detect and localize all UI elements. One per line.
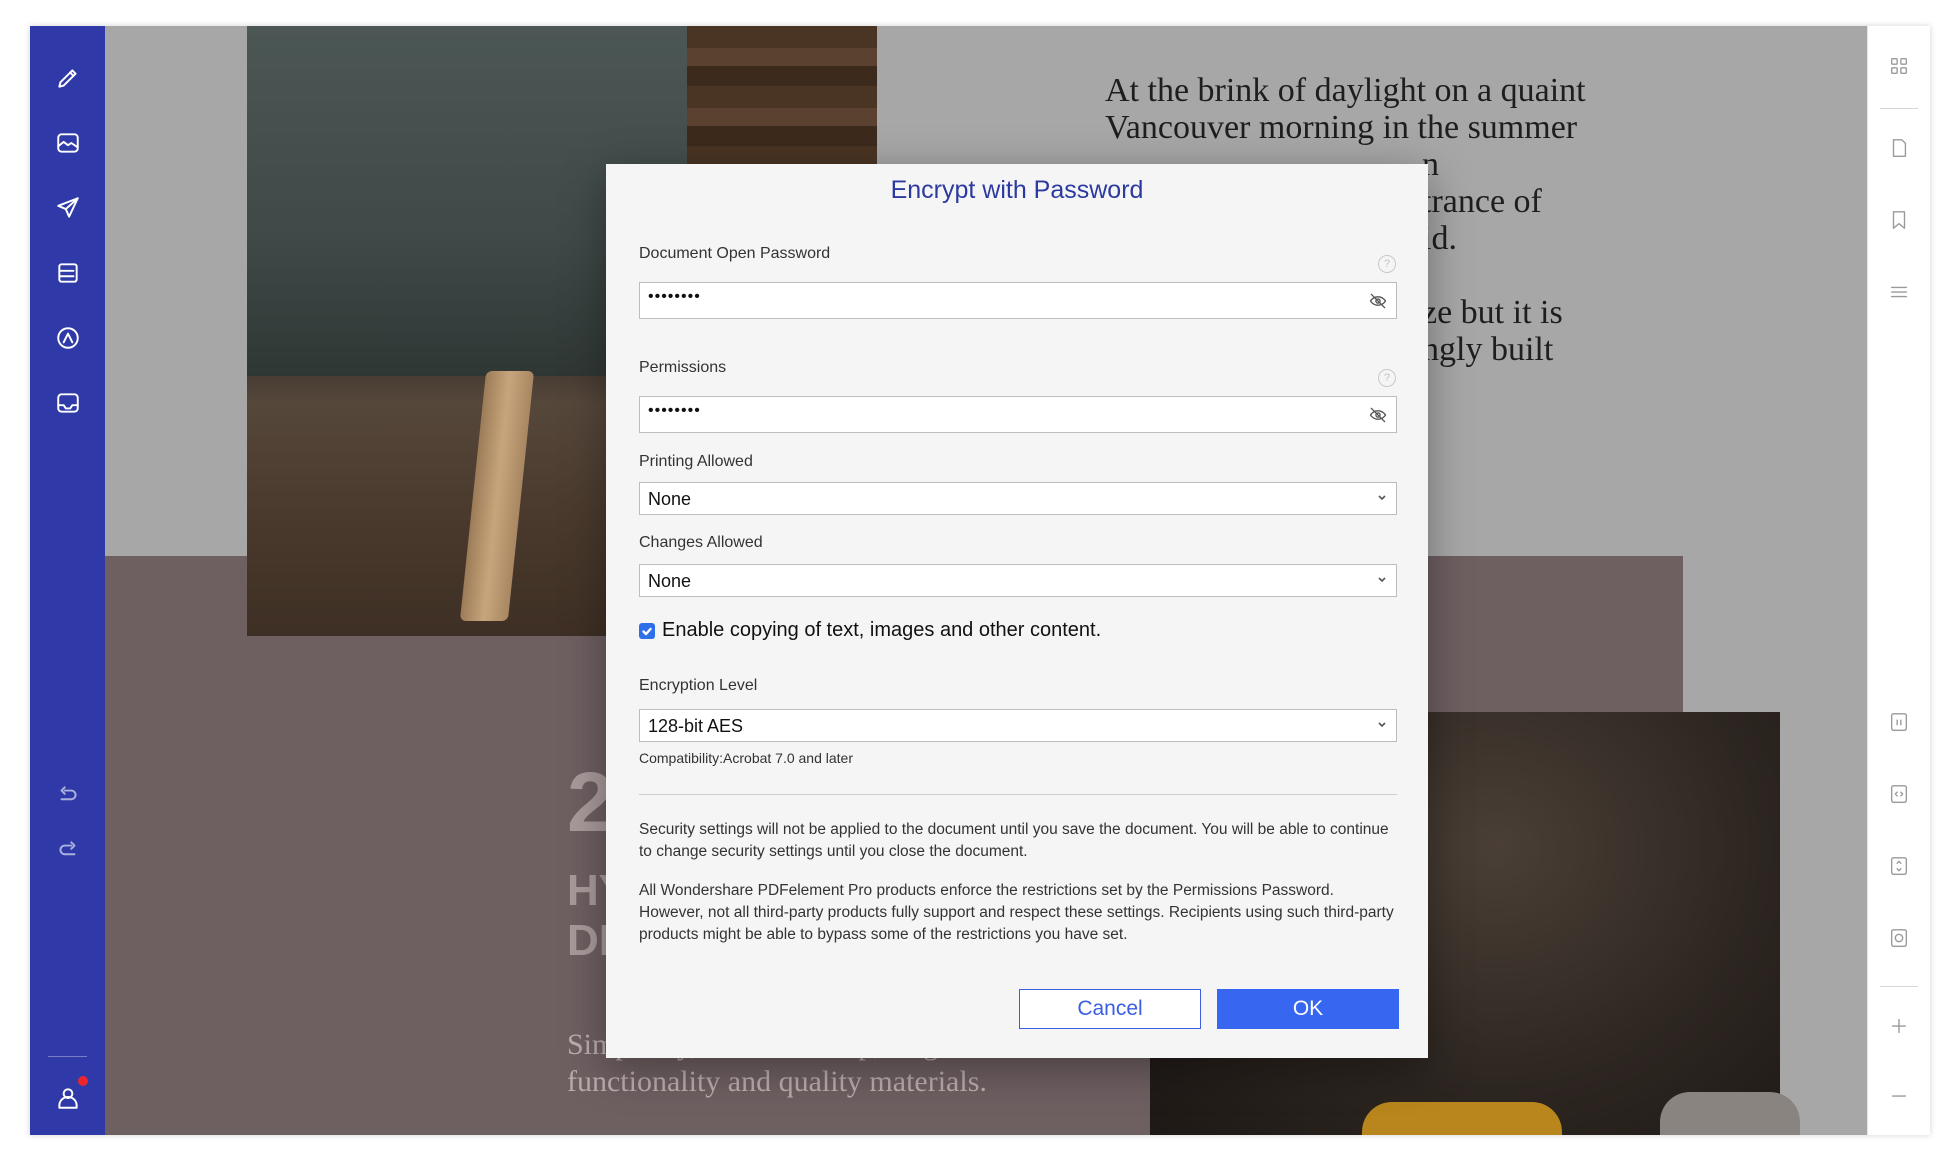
third-party-note: All Wondershare PDFelement Pro products … xyxy=(639,882,1394,943)
user-icon xyxy=(57,1088,78,1109)
changes-allowed-value: None xyxy=(648,571,692,591)
grid-icon xyxy=(1890,57,1908,75)
chevron-down-icon xyxy=(1376,717,1388,729)
permissions-help-icon[interactable]: ? xyxy=(1378,369,1396,387)
pencil-icon xyxy=(57,69,77,88)
dialog-title: Encrypt with Password xyxy=(890,176,1144,204)
rotate-button[interactable] xyxy=(1868,918,1930,958)
zoom-out-icon xyxy=(1891,1095,1907,1097)
open-password-label: Document Open Password xyxy=(639,245,831,262)
encryption-level-value: 128-bit AES xyxy=(648,716,744,736)
printing-allowed-select[interactable]: None xyxy=(639,482,1397,515)
thumbnails-button[interactable] xyxy=(1868,46,1930,86)
encrypt-dialog: Encrypt with Password Document Open Pass… xyxy=(606,164,1428,1058)
bookmark-button[interactable] xyxy=(1868,200,1930,240)
permissions-label: Permissions xyxy=(639,359,727,376)
image-icon xyxy=(56,133,79,153)
app-window: At the brink of daylight on a quaint Van… xyxy=(30,26,1930,1135)
notification-badge xyxy=(78,1076,88,1086)
permissions-password-field[interactable]: •••••••• xyxy=(639,396,1397,433)
chevron-down-icon xyxy=(1376,490,1388,502)
permissions-password-value: •••••••• xyxy=(648,402,701,419)
copy-content-option[interactable]: Enable copying of text, images and other… xyxy=(639,619,1101,642)
chevron-down-icon xyxy=(1376,572,1388,584)
security-note: Security settings will not be applied to… xyxy=(639,821,1389,860)
dialog-divider xyxy=(639,794,1397,795)
cancel-button[interactable]: Cancel xyxy=(1019,989,1201,1029)
page-icon xyxy=(1892,139,1907,157)
changes-allowed-select[interactable]: None xyxy=(639,564,1397,597)
fit-width-button[interactable] xyxy=(1868,774,1930,814)
open-password-value: •••••••• xyxy=(648,288,701,305)
eye-slash-icon xyxy=(1369,293,1387,309)
open-password-help-icon[interactable]: ? xyxy=(1378,255,1396,273)
undo-icon xyxy=(60,786,77,801)
paragraph-1-fragment: n trance of id. ze but it is ngly built xyxy=(1422,146,1563,368)
encryption-level-label: Encryption Level xyxy=(639,677,758,694)
outline-button[interactable] xyxy=(1868,272,1930,312)
actual-size-button[interactable] xyxy=(1868,702,1930,742)
right-divider-bottom xyxy=(1880,986,1918,987)
open-password-field[interactable]: •••••••• xyxy=(639,282,1397,319)
checkmark-icon xyxy=(642,627,652,635)
paragraph-1: At the brink of daylight on a quaint Van… xyxy=(1105,72,1586,146)
inbox-icon xyxy=(56,393,79,413)
eye-slash-icon xyxy=(1369,407,1387,423)
zoom-in-icon xyxy=(1891,1018,1907,1034)
fit-page-button[interactable] xyxy=(1868,846,1930,886)
bookmark-icon xyxy=(1892,211,1906,229)
fit-width-icon xyxy=(1890,785,1908,803)
right-divider-top xyxy=(1880,108,1918,109)
copy-content-checkbox[interactable] xyxy=(639,622,655,639)
rotate-icon xyxy=(1890,929,1908,947)
list-icon xyxy=(1890,286,1908,298)
undo-button[interactable] xyxy=(30,771,105,821)
encryption-level-select[interactable]: 128-bit AES xyxy=(639,709,1397,742)
rail-divider xyxy=(48,1056,87,1057)
send-tool-button[interactable] xyxy=(30,183,105,233)
form-icon xyxy=(57,263,78,283)
redo-icon xyxy=(58,841,75,856)
redo-button[interactable] xyxy=(30,826,105,876)
actual-size-icon xyxy=(1890,713,1908,731)
form-tool-button[interactable] xyxy=(30,248,105,298)
copy-content-label: Enable copying of text, images and other… xyxy=(662,619,1102,641)
account-button[interactable] xyxy=(30,1073,105,1123)
zoom-in-button[interactable] xyxy=(1868,1006,1930,1046)
right-toolbar xyxy=(1867,26,1930,1135)
inbox-tool-button[interactable] xyxy=(30,378,105,428)
zoom-out-button[interactable] xyxy=(1868,1076,1930,1116)
changes-allowed-label: Changes Allowed xyxy=(639,534,763,551)
page-button[interactable] xyxy=(1868,128,1930,168)
send-icon xyxy=(56,197,79,218)
left-toolbar xyxy=(30,26,105,1135)
fit-page-icon xyxy=(1890,857,1908,875)
open-password-visibility-toggle[interactable] xyxy=(1368,291,1388,311)
printing-allowed-label: Printing Allowed xyxy=(639,453,753,470)
image-tool-button[interactable] xyxy=(30,118,105,168)
compatibility-note: Compatibility:Acrobat 7.0 and later xyxy=(639,750,853,766)
signature-tool-button[interactable] xyxy=(30,313,105,363)
printing-allowed-value: None xyxy=(648,489,692,509)
permissions-visibility-toggle[interactable] xyxy=(1368,405,1388,425)
signature-icon xyxy=(56,327,79,349)
ok-button[interactable]: OK xyxy=(1217,989,1399,1029)
edit-tool-button[interactable] xyxy=(30,53,105,103)
